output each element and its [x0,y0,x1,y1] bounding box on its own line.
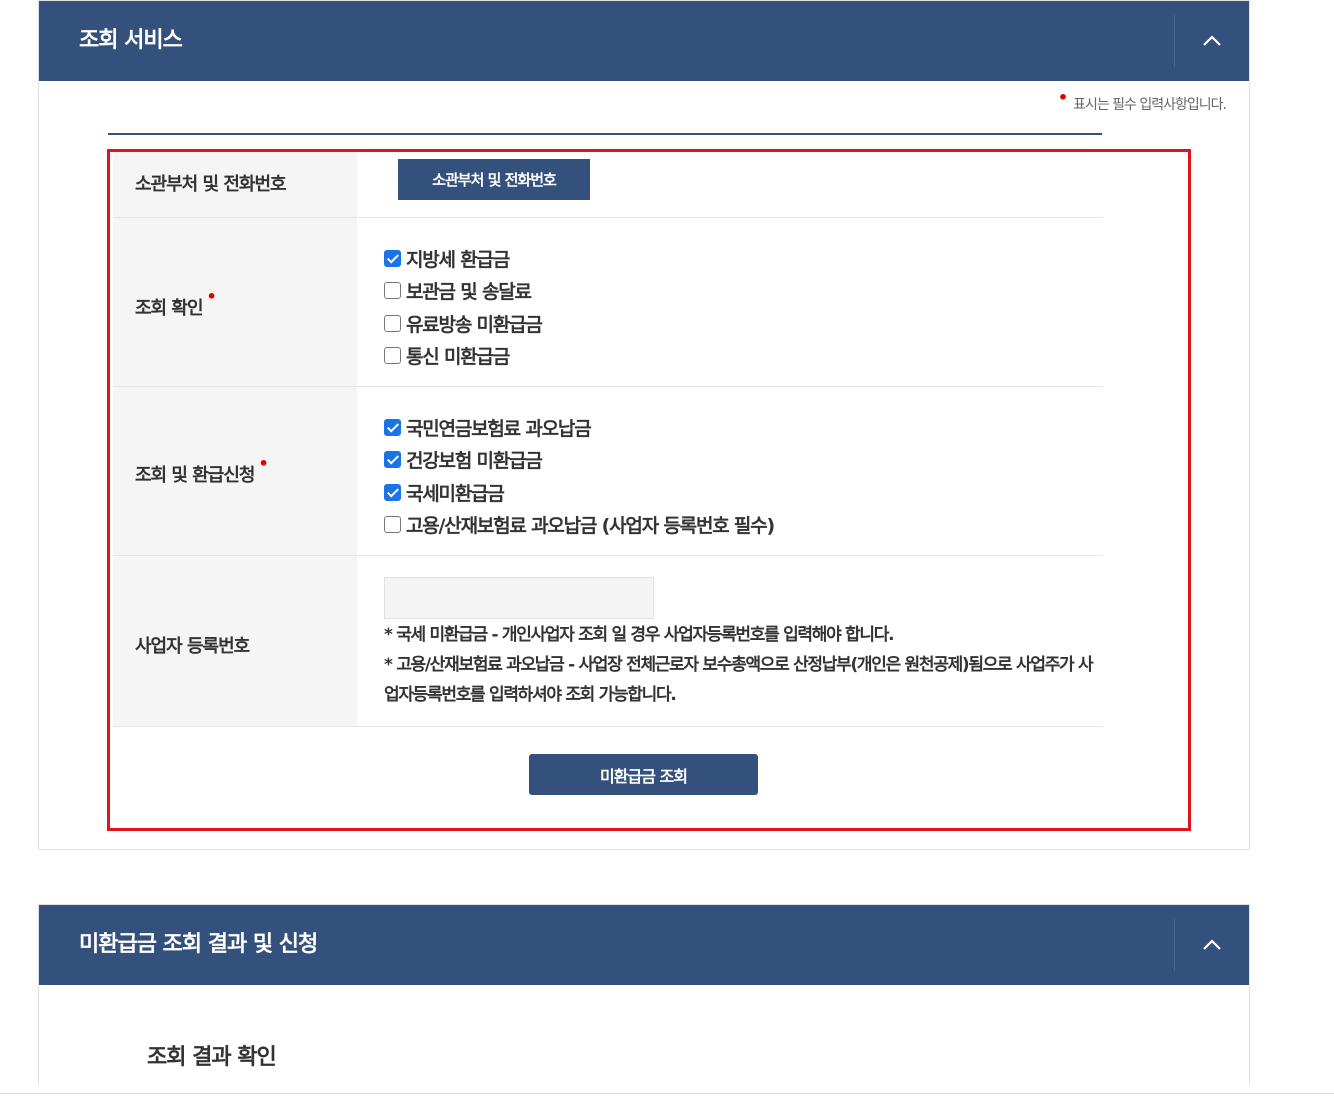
result-panel: 미환급금 조회 결과 및 신청 조회 결과 확인 [38,904,1250,1084]
highlight-box [107,149,1191,831]
panel-title: 미환급금 조회 결과 및 신청 [79,932,318,957]
required-mark: • [1057,88,1068,107]
chevron-up-icon [1203,939,1221,950]
required-note-text: 표시는 필수 입력사항입니다. [1073,97,1227,113]
panel-header: 미환급금 조회 결과 및 신청 [39,905,1249,985]
section-heading: 조회 결과 확인 [147,1045,277,1070]
collapse-toggle-button[interactable] [1175,1,1249,81]
panel-title: 조회 서비스 [79,28,183,53]
panel-header: 조회 서비스 [39,1,1249,81]
divider [108,133,1102,135]
collapse-toggle-button[interactable] [1175,905,1249,985]
required-note: • 표시는 필수 입력사항입니다. [1058,88,1227,114]
chevron-up-icon [1203,35,1221,46]
page-bottom-border [0,1093,1334,1094]
